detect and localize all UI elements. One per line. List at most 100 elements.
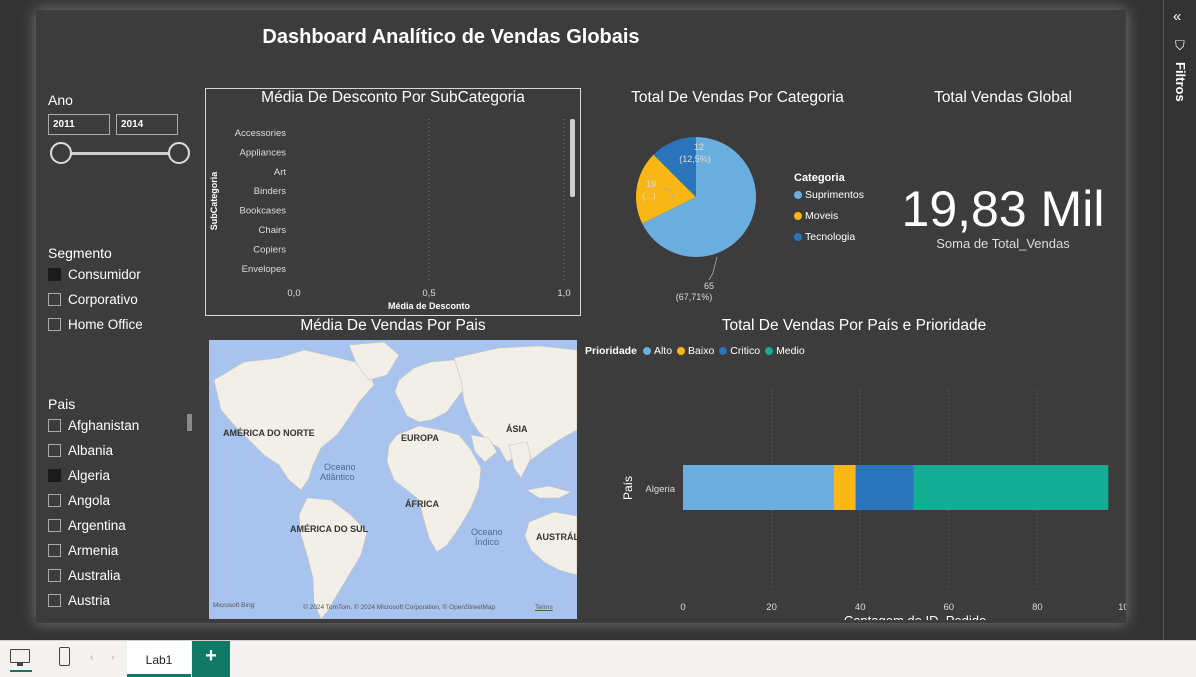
priority-bar-baixo[interactable] <box>833 465 856 510</box>
country-item-algeria[interactable]: Algeria <box>48 463 139 488</box>
checkbox[interactable] <box>48 293 61 306</box>
prev-page-icon[interactable]: ‹ <box>90 652 93 663</box>
pie-chart-svg: 12(12,5%)19(...)65(67,71%) <box>636 137 756 302</box>
year-slider-track[interactable] <box>58 152 180 155</box>
pie-legend-item-moveis[interactable]: Moveis <box>794 210 864 222</box>
add-page-button[interactable]: + <box>192 641 230 677</box>
priority-legend-item-critico[interactable]: Critico <box>730 345 760 357</box>
country-label: Australia <box>68 568 121 583</box>
discount-chart-scrollbar[interactable] <box>570 119 575 197</box>
report-canvas: Dashboard Analítico de Vendas Globais An… <box>36 10 1126 623</box>
country-item-afghanistan[interactable]: Afghanistan <box>48 413 139 438</box>
legend-dot <box>794 191 802 199</box>
checkbox[interactable] <box>48 494 61 507</box>
priority-legend-title: Prioridade <box>585 345 637 357</box>
mobile-view-icon[interactable] <box>59 647 70 666</box>
segment-item-consumidor[interactable]: Consumidor <box>48 262 143 287</box>
legend-dot <box>719 347 728 355</box>
pie-legend-item-tecnologia[interactable]: Tecnologia <box>794 231 864 243</box>
segment-list: Consumidor Corporativo Home Office <box>48 262 143 337</box>
map-copyright[interactable]: © 2024 TomTom, © 2024 Microsoft Corporat… <box>303 604 495 611</box>
priority-category-label: Algeria <box>645 484 675 495</box>
legend-dot <box>677 347 686 355</box>
priority-legend-item-alto[interactable]: Alto <box>654 345 672 357</box>
year-slider-start-handle[interactable] <box>50 142 72 164</box>
country-label: Albania <box>68 443 114 458</box>
segment-item-home-office[interactable]: Home Office <box>48 312 143 337</box>
report-app: Dashboard Analítico de Vendas Globais An… <box>0 0 1196 677</box>
priority-x-tick: 20 <box>766 602 777 613</box>
priority-legend-item-baixo[interactable]: Baixo <box>688 345 714 357</box>
checkbox[interactable] <box>48 544 61 557</box>
dashboard-title: Dashboard Analítico de Vendas Globais <box>262 26 640 48</box>
country-label: Algeria <box>68 468 111 483</box>
discount-x-tick: 1,0 <box>557 288 570 299</box>
checkbox[interactable] <box>48 519 61 532</box>
kpi-value: 19,83 Mil <box>901 181 1105 237</box>
discount-x-tick: 0,5 <box>422 288 435 299</box>
segment-slicer-title: Segmento <box>48 245 112 261</box>
priority-legend-items: Alto Baixo Critico Medio <box>642 345 810 357</box>
checkbox[interactable] <box>48 419 61 432</box>
discount-y-axis-label: SubCategoria <box>209 171 219 231</box>
pie-label-value: 12 <box>694 142 704 152</box>
filters-label[interactable]: Filtros <box>1173 62 1188 102</box>
page-tab-bar: ‹ › Lab1 + <box>0 640 1196 677</box>
map-label-asia: ÁSIA <box>506 424 528 434</box>
checkbox[interactable] <box>48 444 61 457</box>
country-label: Austria <box>68 593 111 608</box>
map-label-south-america: AMÉRICA DO SUL <box>290 524 369 534</box>
map-terms-link[interactable]: Terms <box>535 604 553 611</box>
priority-x-axis-label: Contagem de ID_Pedido <box>844 613 986 620</box>
checkbox[interactable] <box>48 268 61 281</box>
checkbox[interactable] <box>48 569 61 582</box>
legend-dot <box>794 212 802 220</box>
segment-label: Home Office <box>68 317 143 332</box>
year-start-input[interactable]: 2011 <box>48 114 110 135</box>
country-label: Argentina <box>68 518 126 533</box>
year-end-input[interactable]: 2014 <box>116 114 178 135</box>
priority-bar-medio[interactable] <box>913 465 1109 510</box>
map-visual[interactable]: AMÉRICA DO NORTE EUROPA ÁSIA Oceano Atlâ… <box>209 340 577 619</box>
segment-label: Corporativo <box>68 292 138 307</box>
country-item-albania[interactable]: Albania <box>48 438 139 463</box>
priority-legend: Prioridade Alto Baixo Critico Medio <box>585 345 810 357</box>
pie-legend-item-suprimentos[interactable]: Suprimentos <box>794 189 864 201</box>
priority-bar-alto[interactable] <box>683 465 834 510</box>
country-list: Afghanistan Albania Algeria Angola Argen… <box>48 413 139 623</box>
south-america-shape <box>298 497 368 619</box>
country-label: Afghanistan <box>68 418 140 433</box>
priority-legend-item-medio[interactable]: Medio <box>776 345 805 357</box>
segment-item-corporativo[interactable]: Corporativo <box>48 287 143 312</box>
country-item-australia[interactable]: Australia <box>48 563 139 588</box>
priority-bar-critico[interactable] <box>855 465 914 510</box>
discount-x-axis-label: Média de Desconto <box>388 301 471 311</box>
pie-label-pct: (67,71%) <box>676 292 713 302</box>
pie-legend-items: Suprimentos Moveis Tecnologia <box>794 189 864 243</box>
discount-category-label: Accessories <box>235 128 286 139</box>
priority-x-tick: 80 <box>1032 602 1043 613</box>
country-item-argentina[interactable]: Argentina <box>48 513 139 538</box>
tab-lab1[interactable]: Lab1 <box>127 641 191 677</box>
year-slider-end-handle[interactable] <box>168 142 190 164</box>
australia-shape <box>524 511 577 576</box>
checkbox[interactable] <box>48 469 61 482</box>
priority-x-tick: 60 <box>944 602 955 613</box>
country-item-austria[interactable]: Austria <box>48 588 139 613</box>
filters-pane[interactable]: « ⛉ Filtros <box>1163 0 1196 640</box>
priority-x-tick: 40 <box>855 602 866 613</box>
bing-logo: Microsoft Bing <box>213 602 255 609</box>
checkbox[interactable] <box>48 318 61 331</box>
next-page-icon[interactable]: › <box>111 652 114 663</box>
checkbox[interactable] <box>48 594 61 607</box>
map-label-atlantic-2: Atlântico <box>320 472 355 482</box>
filter-funnel-icon: ⛉ <box>1175 38 1185 53</box>
desktop-view-icon[interactable] <box>10 649 30 663</box>
legend-dot <box>794 233 802 241</box>
desktop-view-stand <box>17 663 23 666</box>
country-list-scrollbar[interactable] <box>187 414 192 431</box>
country-item-armenia[interactable]: Armenia <box>48 538 139 563</box>
country-item-angola[interactable]: Angola <box>48 488 139 513</box>
collapse-chevrons-icon[interactable]: « <box>1173 8 1181 25</box>
africa-shape <box>386 425 482 553</box>
